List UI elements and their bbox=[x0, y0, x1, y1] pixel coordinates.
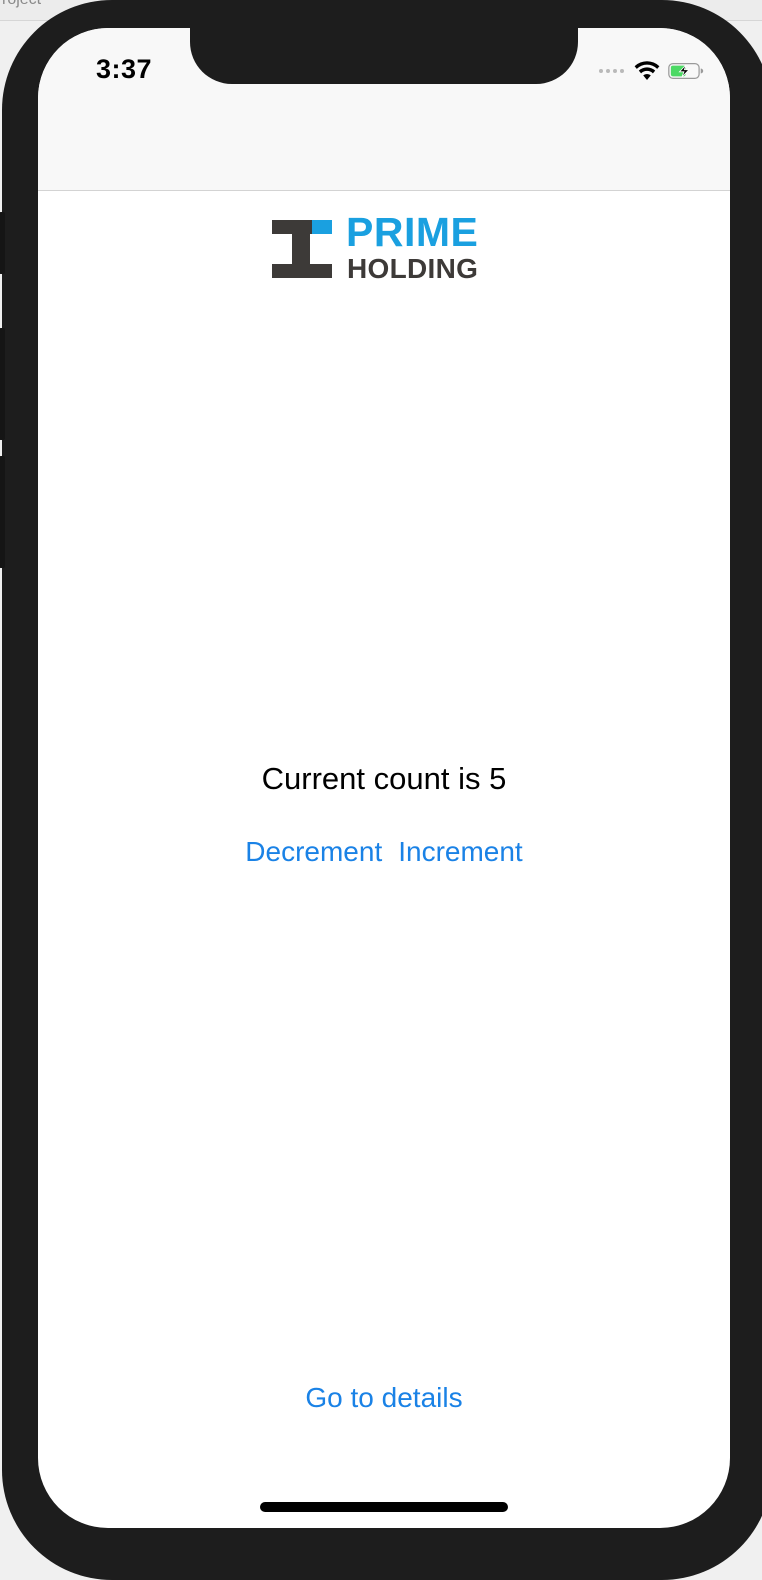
mute-switch bbox=[0, 212, 5, 274]
current-count-label: Current count is 5 bbox=[261, 761, 507, 796]
wifi-icon bbox=[634, 61, 660, 80]
increment-button[interactable]: Increment bbox=[398, 836, 523, 868]
prime-holding-logo: PRIME HOLDING bbox=[272, 212, 498, 284]
logo-word-prime: PRIME bbox=[346, 209, 479, 255]
details-button-row: Go to details bbox=[38, 1382, 730, 1414]
battery-charging-icon bbox=[668, 63, 704, 79]
go-to-details-button[interactable]: Go to details bbox=[305, 1382, 462, 1414]
volume-up-button bbox=[0, 328, 5, 440]
screen: 3:37 PRIME HOLDING Current count is 5 De… bbox=[38, 28, 730, 1528]
volume-down-button bbox=[0, 456, 5, 568]
decrement-button[interactable]: Decrement bbox=[245, 836, 382, 868]
signal-dots-icon bbox=[599, 69, 624, 73]
device-frame: 3:37 PRIME HOLDING Current count is 5 De… bbox=[0, 0, 762, 1580]
logo-mark-icon bbox=[272, 220, 332, 278]
counter-buttons: Decrement Increment bbox=[38, 836, 730, 868]
logo-word-holding: HOLDING bbox=[347, 253, 479, 284]
home-indicator[interactable] bbox=[260, 1502, 508, 1512]
status-time: 3:37 bbox=[96, 54, 153, 84]
host-window-title: roject bbox=[2, 0, 41, 9]
device-notch bbox=[190, 28, 578, 84]
status-icons bbox=[599, 60, 704, 82]
